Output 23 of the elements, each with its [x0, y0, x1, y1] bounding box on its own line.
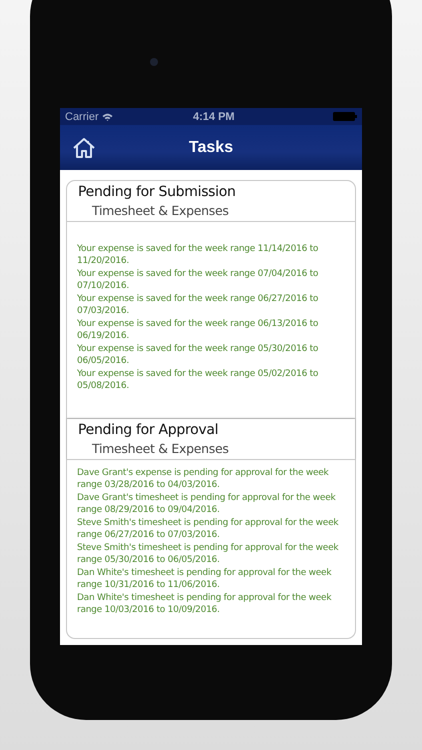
- task-message[interactable]: Dave Grant's expense is pending for approval for the week range 03/28/2016 to 04/03/2016.: [77, 468, 349, 491]
- task-message[interactable]: Dave Grant's timesheet is pending for approval for the week range 08/29/2016 to 09/04/2016.: [77, 493, 349, 516]
- status-time: 4:14 PM: [192, 110, 236, 122]
- task-message[interactable]: Dan White's timesheet is pending for approval for the week range 10/31/2016 to 11/06/2016.: [77, 568, 349, 591]
- section-subtitle: Timesheet & Expenses: [91, 440, 230, 457]
- carrier-label: Carrier: [65, 110, 99, 122]
- battery-icon: [333, 112, 357, 121]
- section-title: Pending for Approval: [78, 421, 220, 440]
- wifi-icon: [102, 112, 113, 120]
- screen-title: Tasks: [188, 138, 234, 156]
- task-message[interactable]: Your expense is saved for the week range 05/02/2016 to 05/08/2016.: [77, 369, 349, 392]
- task-message[interactable]: Steve Smith's timesheet is pending for approval for the week range 06/27/2016 to 07/03/2016.: [77, 518, 349, 541]
- home-icon[interactable]: [72, 136, 96, 158]
- task-message[interactable]: Steve Smith's timesheet is pending for approval for the week range 05/30/2016 to 06/05/2016.: [77, 543, 349, 566]
- task-message[interactable]: Your expense is saved for the week range 06/13/2016 to 06/19/2016.: [77, 319, 349, 342]
- task-message[interactable]: Your expense is saved for the week range 07/04/2016 to 07/10/2016.: [77, 269, 349, 292]
- camera-icon: [150, 58, 158, 66]
- section-subtitle: Timesheet & Expenses: [91, 202, 230, 219]
- task-message[interactable]: Your expense is saved for the week range 06/27/2016 to 07/03/2016.: [77, 294, 349, 317]
- task-message[interactable]: Your expense is saved for the week range 05/30/2016 to 06/05/2016.: [77, 344, 349, 367]
- task-message[interactable]: Your expense is saved for the week range 11/14/2016 to 11/20/2016.: [77, 244, 349, 267]
- task-message[interactable]: Dan White's timesheet is pending for approval for the week range 10/03/2016 to 10/09/2016.: [77, 593, 349, 616]
- section-title: Pending for Submission: [78, 183, 237, 202]
